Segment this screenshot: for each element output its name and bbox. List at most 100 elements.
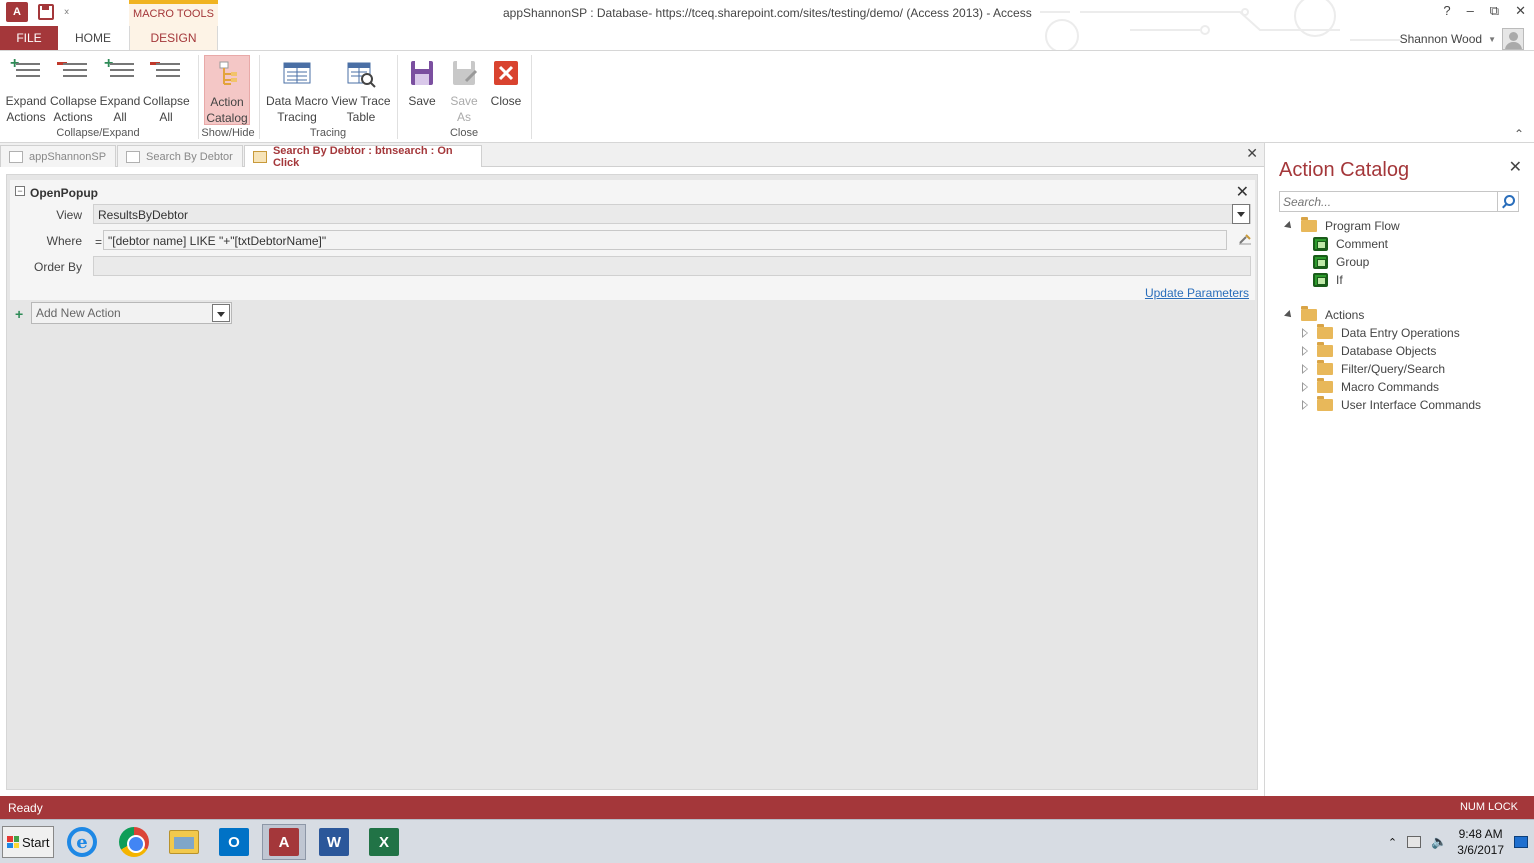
tab-file[interactable]: FILE (0, 26, 58, 50)
view-trace-table-label: View Trace Table (331, 94, 391, 124)
expand-all-icon: + (104, 56, 136, 89)
save-as-icon (448, 57, 480, 89)
close-document-icon[interactable]: ✕ (1246, 145, 1258, 162)
dropdown-arrow-icon[interactable] (1232, 204, 1250, 224)
clock[interactable]: 9:48 AM 3/6/2017 (1457, 826, 1504, 858)
network-icon[interactable] (1407, 836, 1422, 848)
expand-actions-button[interactable]: + Expand Actions (4, 55, 48, 125)
action-catalog-button[interactable]: Action Catalog (204, 55, 250, 125)
collapse-action-icon[interactable]: − (15, 186, 25, 196)
tree-actions[interactable]: Actions (1284, 306, 1364, 324)
document-tabs: appShannonSP Search By Debtor Search By … (0, 143, 1264, 169)
expand-all-label: Expand All (99, 94, 141, 124)
tree-item-comment[interactable]: Comment (1313, 235, 1388, 253)
folder-icon (1317, 378, 1333, 393)
collapse-ribbon-icon[interactable]: ⌃ (1514, 127, 1524, 141)
status-ready: Ready (8, 801, 43, 815)
update-parameters-link[interactable]: Update Parameters (1145, 286, 1249, 300)
view-trace-table-button[interactable]: View Trace Table (331, 55, 391, 125)
save-as-label: Save As (450, 94, 478, 124)
taskbar-access[interactable]: A (262, 824, 306, 860)
taskbar-word[interactable]: W (312, 824, 356, 860)
show-desktop-icon[interactable] (1514, 836, 1528, 848)
tab-design[interactable]: DESIGN (129, 26, 218, 50)
tree-program-flow[interactable]: Program Flow (1284, 217, 1400, 235)
catalog-search-input[interactable] (1280, 192, 1494, 211)
folder-icon (1317, 396, 1333, 411)
tab-home[interactable]: HOME (62, 26, 124, 50)
search-icon[interactable] (1497, 192, 1518, 211)
tree-label: Program Flow (1325, 219, 1400, 233)
doc-tab-appshannonsp[interactable]: appShannonSP (0, 145, 116, 167)
chevron-down-icon: ▼ (1488, 34, 1496, 44)
user-name: Shannon Wood (1399, 32, 1483, 46)
tree-database-objects[interactable]: Database Objects (1301, 342, 1436, 360)
customize-qat-icon[interactable]: ›‹ (64, 6, 70, 18)
quick-access-toolbar: A ›‹ (6, 2, 70, 22)
tree-item-if[interactable]: If (1313, 271, 1343, 289)
doc-tab-label: appShannonSP (29, 150, 107, 163)
view-select[interactable]: ResultsByDebtor (93, 204, 1251, 224)
help-button[interactable]: ? (1443, 3, 1450, 19)
save-icon[interactable] (38, 4, 54, 20)
close-macro-button[interactable]: Close (486, 55, 526, 109)
start-button[interactable]: Start (2, 826, 54, 858)
taskbar-excel[interactable]: X (362, 824, 406, 860)
system-tray: ⌃ 🔈 9:48 AM 3/6/2017 (1388, 820, 1534, 863)
ribbon-tabs: FILE HOME DESIGN (0, 26, 1534, 50)
show-hidden-icons-icon[interactable]: ⌃ (1388, 836, 1397, 849)
close-catalog-icon[interactable]: ✕ (1509, 157, 1522, 177)
macro-action-block[interactable]: − OpenPopup ✕ View ResultsByDebtor Where… (10, 180, 1255, 300)
access-app-icon[interactable]: A (6, 2, 28, 22)
minimize-button[interactable]: – (1467, 3, 1474, 19)
tree-label: Macro Commands (1341, 380, 1440, 394)
taskbar-file-explorer[interactable] (162, 824, 206, 860)
user-account[interactable]: Shannon Wood ▼ (1400, 28, 1524, 50)
taskbar-outlook[interactable]: O (212, 824, 256, 860)
access-icon: A (269, 828, 299, 856)
group-show-hide: Show/Hide (201, 127, 255, 139)
dropdown-arrow-icon[interactable] (212, 304, 230, 322)
data-macro-tracing-icon (281, 57, 313, 89)
data-macro-tracing-button[interactable]: Data Macro Tracing (264, 55, 330, 125)
windows-logo-icon (7, 836, 19, 848)
collapse-all-button[interactable]: Collapse All (143, 55, 190, 125)
tree-data-entry-operations[interactable]: Data Entry Operations (1301, 324, 1460, 342)
taskbar-chrome[interactable] (112, 824, 156, 860)
close-red-x-icon (490, 57, 522, 89)
folder-icon (1317, 342, 1333, 357)
delete-action-icon[interactable]: ✕ (1236, 182, 1249, 202)
restore-button[interactable]: ⧉ (1490, 3, 1499, 19)
action-name: OpenPopup (30, 186, 98, 200)
doc-tab-macro-on-click[interactable]: Search By Debtor : btnsearch : On Click (244, 145, 482, 169)
folder-icon (1317, 324, 1333, 339)
taskbar-internet-explorer[interactable]: e (60, 824, 104, 860)
group-tracing: Tracing (309, 127, 347, 139)
close-window-button[interactable]: ✕ (1515, 3, 1526, 19)
where-field[interactable]: "[debtor name] LIKE "+"[txtDebtorName]" (103, 230, 1227, 250)
tree-item-group[interactable]: Group (1313, 253, 1369, 271)
volume-icon[interactable]: 🔈 (1431, 834, 1447, 850)
macro-tools-contextual-label: MACRO TOOLS (129, 0, 218, 26)
expand-actions-icon: + (10, 56, 42, 89)
web-app-icon (9, 150, 23, 163)
tree-macro-commands[interactable]: Macro Commands (1301, 378, 1439, 396)
tree-user-interface-commands[interactable]: User Interface Commands (1301, 396, 1481, 414)
tree-filter-query-search[interactable]: Filter/Query/Search (1301, 360, 1445, 378)
add-new-action-select[interactable]: Add New Action (31, 302, 232, 324)
doc-tab-search-by-debtor[interactable]: Search By Debtor (117, 145, 243, 167)
macro-designer: − OpenPopup ✕ View ResultsByDebtor Where… (6, 174, 1258, 790)
expand-all-button[interactable]: + Expand All (98, 55, 142, 125)
save-button[interactable]: Save (402, 55, 442, 109)
collapse-actions-button[interactable]: Collapse Actions (50, 55, 97, 125)
expression-builder-icon[interactable] (1238, 233, 1252, 245)
add-action-plus-icon: + (15, 306, 24, 322)
program-flow-icon (1313, 255, 1328, 269)
start-label: Start (22, 834, 50, 850)
order-by-field[interactable] (93, 256, 1251, 276)
clock-time: 9:48 AM (1458, 827, 1503, 841)
ribbon: + Expand Actions Collapse Actions + Expa… (0, 50, 1534, 143)
status-bar: Ready NUM LOCK (0, 796, 1534, 819)
save-as-button[interactable]: Save As (444, 55, 484, 125)
action-catalog-label: Action Catalog (206, 95, 248, 125)
